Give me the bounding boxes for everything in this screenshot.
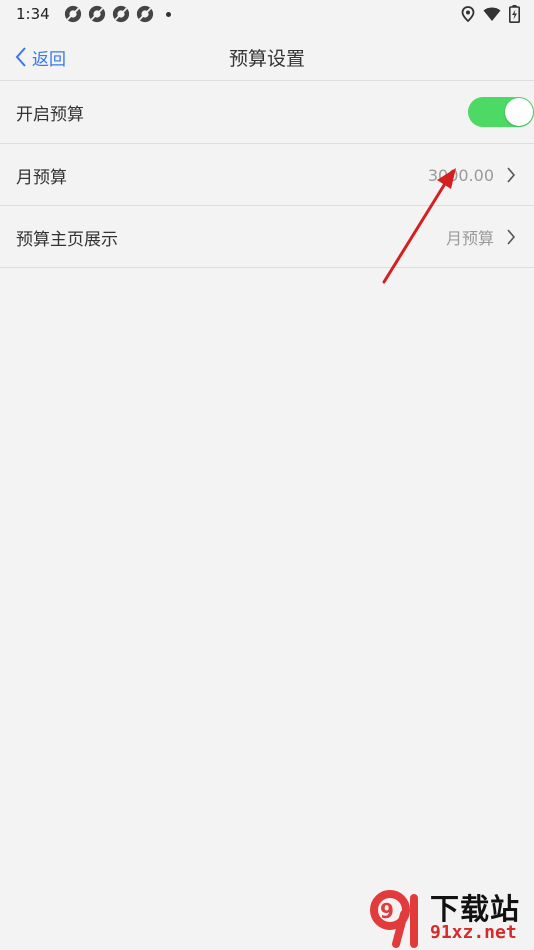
location-icon [461, 6, 475, 22]
setting-row-monthly-budget[interactable]: 月预算 3000.00 [0, 144, 534, 206]
app-icon [64, 5, 81, 23]
app-icon [136, 5, 153, 23]
monthly-budget-value: 3000.00 [427, 165, 494, 185]
status-left: 1:34 [16, 5, 171, 23]
page-title: 预算设置 [228, 47, 305, 70]
watermark-url: 91xz.net [430, 922, 517, 943]
setting-row-home-display[interactable]: 预算主页展示 月预算 [0, 206, 534, 268]
back-label: 返回 [32, 49, 66, 70]
notification-dot-icon [165, 11, 171, 17]
wifi-icon [483, 7, 501, 21]
divider [0, 267, 534, 268]
app-icon [112, 5, 129, 23]
chevron-right-icon [507, 167, 516, 183]
status-time: 1:34 [16, 5, 50, 23]
chevron-left-icon [15, 47, 26, 67]
setting-right: 3000.00 [428, 166, 516, 185]
nav-bar: 返回 预算设置 [0, 34, 534, 80]
status-right [461, 5, 520, 23]
setting-label: 月预算 [16, 167, 67, 188]
setting-right: 月预算 [446, 225, 516, 249]
app-icon [88, 5, 105, 23]
watermark-logo: 9 [370, 890, 418, 948]
watermark-logo-text: 9 [380, 899, 394, 923]
battery-charging-icon [509, 5, 520, 23]
back-button[interactable]: 返回 [14, 42, 66, 72]
setting-label: 预算主页展示 [16, 229, 118, 250]
status-bar: 1:34 [0, 0, 534, 28]
home-display-value: 月预算 [445, 229, 494, 248]
toggle-knob [505, 98, 533, 126]
watermark: 9 下载站 91xz.net [366, 884, 534, 950]
setting-row-enable-budget: 开启预算 [0, 81, 534, 143]
enable-budget-toggle[interactable] [468, 97, 534, 127]
setting-label: 开启预算 [16, 104, 84, 125]
chevron-right-icon [507, 229, 516, 245]
